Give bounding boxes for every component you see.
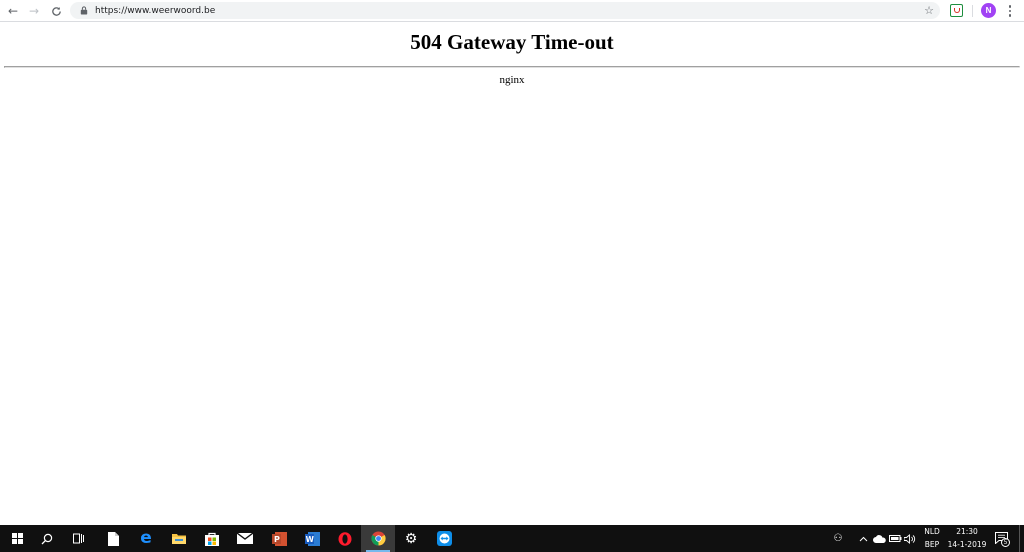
page-content: 504 Gateway Time-out nginx [0,22,1024,525]
back-button[interactable]: ← [2,0,24,22]
volume-button[interactable] [903,525,917,552]
word-icon: W [304,531,320,546]
browser-toolbar: ← → https://www.weerwoord.be ☆ N [0,0,1024,22]
url-text: https://www.weerwoord.be [95,5,216,16]
divider [4,66,1020,68]
keyboard-layout: BEP [924,540,940,549]
taskbar-teamviewer[interactable] [427,525,461,552]
svg-text:W: W [305,535,314,544]
taskbar-store[interactable] [195,525,229,552]
chevron-up-icon [859,536,867,541]
taskbar: e P W ⚙ ⚇ NLD BEP 21:30 14-1-2019 5 [0,525,1024,552]
folder-icon [172,534,186,544]
powerpoint-icon: P [271,531,287,546]
forward-button[interactable]: → [23,0,45,22]
search-icon [41,533,53,544]
taskbar-opera[interactable] [328,525,362,552]
show-hidden-icons-button[interactable] [856,525,870,552]
reload-icon [51,6,61,16]
taskbar-settings[interactable]: ⚙ [394,525,428,552]
task-view-button[interactable] [62,525,96,552]
taskbar-file[interactable] [96,525,130,552]
lock-icon [80,6,89,16]
extension-icon[interactable] [950,4,963,17]
forward-arrow-icon: → [28,4,40,18]
language-code: NLD [924,527,940,536]
server-name: nginx [499,74,525,86]
taskbar-edge[interactable]: e [129,525,163,552]
task-view-icon [73,533,84,544]
gear-icon: ⚙ [404,530,418,547]
edge-icon: e [140,528,152,548]
address-bar[interactable]: https://www.weerwoord.be ☆ [70,2,940,19]
teamviewer-icon [436,531,452,546]
people-button[interactable]: ⚇ [830,525,846,552]
input-language-button[interactable]: NLD BEP [920,527,944,550]
browser-menu-icon[interactable] [1003,3,1017,19]
store-icon [205,532,219,546]
notification-count-badge: 5 [1001,538,1010,547]
clock-button[interactable]: 21:30 14-1-2019 [942,527,992,550]
taskbar-chrome[interactable] [361,525,395,552]
battery-button[interactable] [888,525,902,552]
chrome-icon [370,531,386,546]
cloud-icon [872,534,886,543]
svg-text:P: P [274,535,280,544]
taskbar-file-explorer[interactable] [162,525,196,552]
bookmark-star-icon[interactable]: ☆ [924,3,934,18]
battery-icon [888,535,901,542]
back-arrow-icon: ← [7,4,19,18]
start-button[interactable] [0,525,34,552]
clock-date: 14-1-2019 [947,540,987,549]
show-desktop-button[interactable] [1019,525,1020,552]
windows-logo-icon [11,533,23,544]
taskbar-word[interactable]: W [295,525,329,552]
speaker-icon [904,533,916,544]
people-icon: ⚇ [833,532,843,544]
toolbar-separator [972,5,973,17]
reload-button[interactable] [45,0,67,22]
taskbar-powerpoint[interactable]: P [262,525,296,552]
taskbar-mail[interactable] [228,525,262,552]
onedrive-button[interactable] [872,525,886,552]
document-icon [107,531,119,546]
clock-time: 21:30 [956,527,978,536]
search-button[interactable] [30,525,64,552]
opera-icon [338,531,352,546]
profile-avatar[interactable]: N [981,3,996,18]
mail-icon [237,533,253,544]
page-title: 504 Gateway Time-out [410,30,614,54]
